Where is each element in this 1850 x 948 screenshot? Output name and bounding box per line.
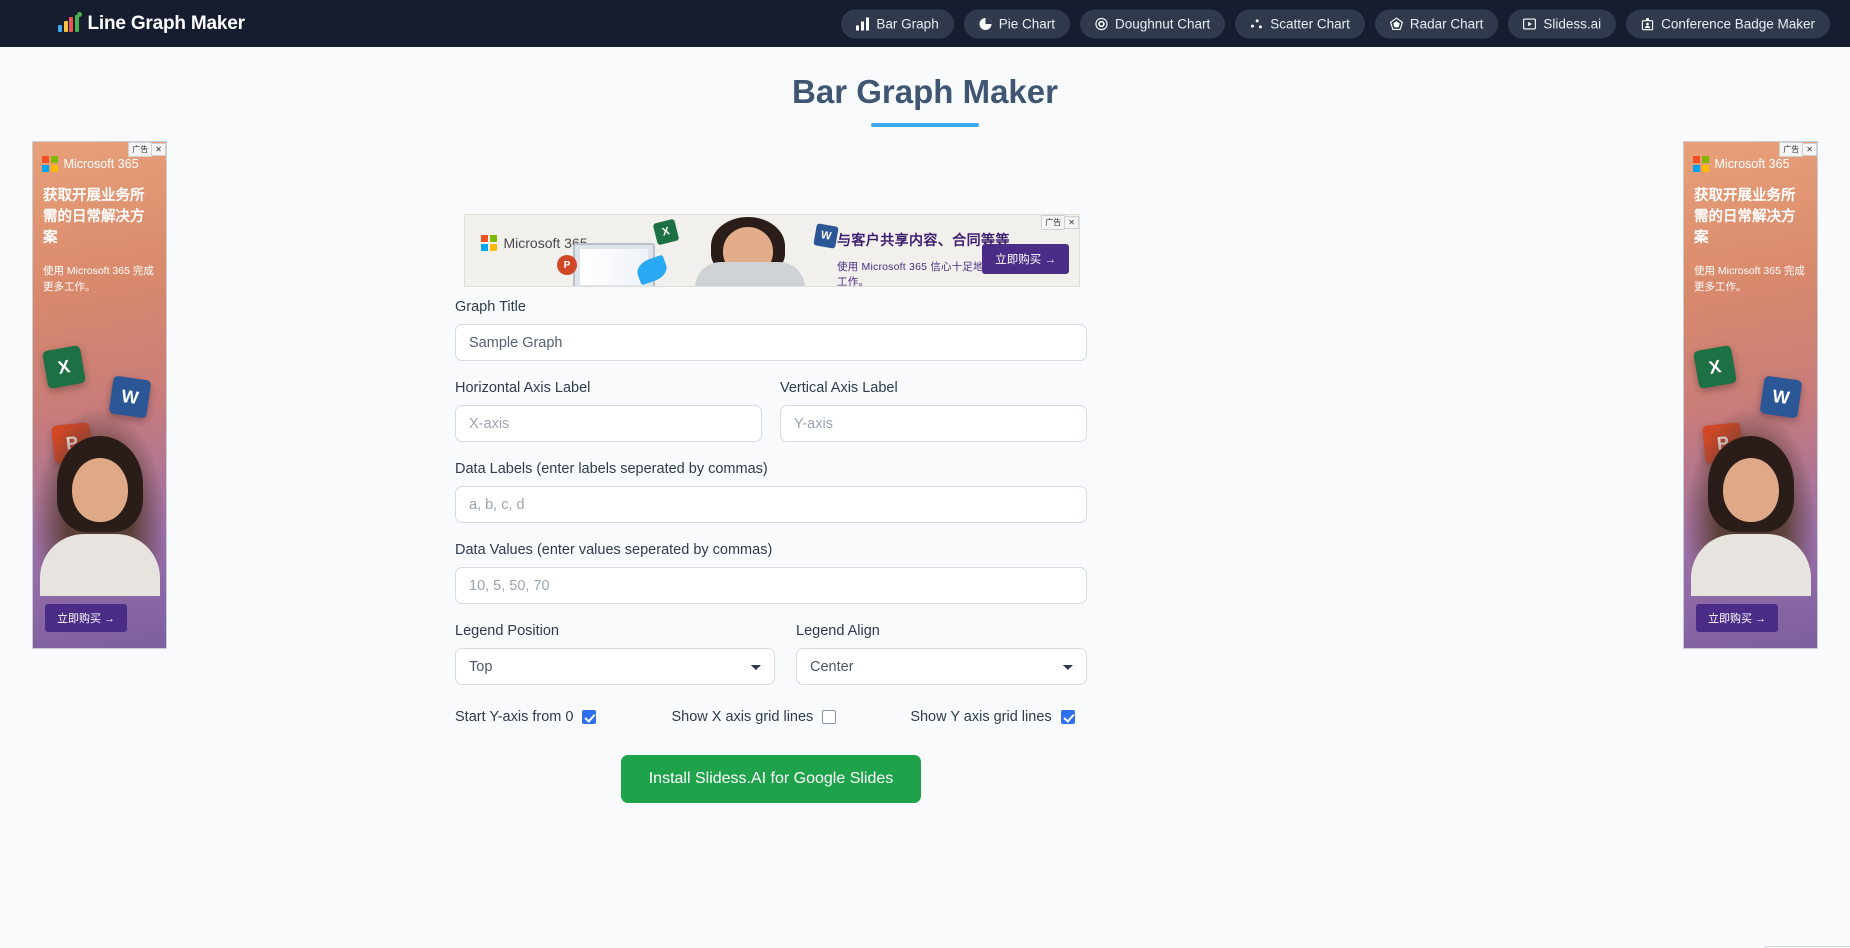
graph-settings-form: Graph Title Horizontal Axis Label Vertic… bbox=[455, 299, 1087, 803]
bar-chart-icon bbox=[58, 12, 82, 32]
ad-close-icon[interactable]: ✕ bbox=[1803, 143, 1817, 156]
show-x-grid-lines-label: Show X axis grid lines bbox=[671, 709, 814, 725]
legend-align-label: Legend Align bbox=[796, 623, 880, 639]
data-values-label: Data Values (enter values seperated by c… bbox=[455, 542, 773, 558]
ad-subtext: 使用 Microsoft 365 完成更多工作。 bbox=[1694, 264, 1805, 294]
nav-item-doughnut-chart[interactable]: Doughnut Chart bbox=[1079, 9, 1226, 38]
ad-headline: 获取开展业务所需的日常解决方案 bbox=[43, 187, 145, 246]
ad-subtext: 使用 Microsoft 365 完成更多工作。 bbox=[43, 264, 154, 294]
doughnut-chart-icon bbox=[1095, 17, 1108, 30]
microsoft-logo-icon bbox=[481, 235, 497, 251]
nav-item-label: Conference Badge Maker bbox=[1661, 16, 1815, 31]
page-title: Bar Graph Maker bbox=[792, 73, 1058, 110]
title-underline bbox=[871, 123, 979, 127]
microsoft-logo-icon bbox=[1693, 156, 1709, 172]
install-slidess-button[interactable]: Install Slidess.AI for Google Slides bbox=[620, 755, 922, 803]
ad-photo bbox=[33, 406, 166, 596]
ad-headline: 获取开展业务所需的日常解决方案 bbox=[1694, 187, 1796, 246]
brand-logo[interactable]: Line Graph Maker bbox=[58, 12, 245, 35]
ad-cta-button[interactable]: 立即购买 → bbox=[45, 604, 128, 632]
ad-badge-label: 广告 bbox=[128, 142, 153, 157]
radar-chart-icon bbox=[1389, 17, 1403, 30]
legend-position-label: Legend Position bbox=[455, 623, 559, 639]
nav-item-label: Slidess.ai bbox=[1543, 16, 1602, 31]
show-y-grid-lines-label: Show Y axis grid lines bbox=[910, 709, 1052, 725]
slide-icon bbox=[1523, 17, 1537, 30]
brand-label: Line Graph Maker bbox=[87, 12, 245, 34]
microsoft-logo-icon bbox=[42, 156, 58, 172]
ad-badge-label: 广告 bbox=[1779, 142, 1804, 157]
nav-item-label: Doughnut Chart bbox=[1114, 16, 1211, 31]
ad-brand-row: Microsoft 365 bbox=[481, 235, 588, 251]
left-sidebar-ad[interactable]: 广告 ✕ Microsoft 365 获取开展业务所需的日常解决方案 使用 Mi… bbox=[32, 141, 167, 649]
ad-photo bbox=[673, 215, 833, 286]
data-labels-field: Data Labels (enter labels seperated by c… bbox=[455, 461, 1087, 523]
data-labels-label: Data Labels (enter labels seperated by c… bbox=[455, 461, 768, 477]
axis-labels-row: Horizontal Axis Label Vertical Axis Labe… bbox=[455, 380, 1087, 442]
data-values-input[interactable] bbox=[455, 567, 1087, 604]
nav-item-label: Radar Chart bbox=[1409, 16, 1484, 31]
ad-photo bbox=[1684, 406, 1817, 596]
nav-item-slidess-ai[interactable]: Slidess.ai bbox=[1508, 9, 1617, 38]
horizontal-axis-label: Horizontal Axis Label bbox=[455, 380, 591, 396]
bar-chart-icon bbox=[856, 17, 870, 30]
ad-brand-row: Microsoft 365 bbox=[42, 156, 166, 172]
ad-badge-label: 广告 bbox=[1041, 215, 1066, 230]
legend-settings-row: Legend Position TopBottomLeftRight Legen… bbox=[455, 623, 1087, 685]
horizontal-axis-input[interactable] bbox=[455, 405, 762, 442]
ad-badge: 广告 ✕ bbox=[1041, 215, 1079, 230]
start-y-axis-from-zero-option[interactable]: Start Y-axis from 0 bbox=[455, 709, 597, 725]
legend-align-select[interactable]: CenterStartEnd bbox=[796, 648, 1087, 685]
legend-align-field: Legend Align CenterStartEnd bbox=[796, 623, 1087, 685]
legend-position-field: Legend Position TopBottomLeftRight bbox=[455, 623, 775, 685]
right-sidebar-ad[interactable]: 广告 ✕ Microsoft 365 获取开展业务所需的日常解决方案 使用 Mi… bbox=[1683, 141, 1818, 649]
ad-close-icon[interactable]: ✕ bbox=[1065, 216, 1079, 229]
ad-close-icon[interactable]: ✕ bbox=[152, 143, 166, 156]
vertical-axis-label: Vertical Axis Label bbox=[780, 380, 898, 396]
nav-item-scatter-chart[interactable]: Scatter Chart bbox=[1235, 9, 1365, 38]
ad-cta-button[interactable]: 立即购买 → bbox=[982, 244, 1069, 274]
start-y-axis-from-zero-checkbox[interactable] bbox=[582, 710, 597, 724]
graph-title-input[interactable] bbox=[455, 324, 1087, 361]
top-navigation-bar: Line Graph Maker Bar Graph Pie Chart Dou… bbox=[0, 0, 1850, 47]
nav-item-label: Pie Chart bbox=[998, 16, 1055, 31]
nav-item-pie-chart[interactable]: Pie Chart bbox=[963, 9, 1070, 38]
nav-item-label: Scatter Chart bbox=[1270, 16, 1350, 31]
show-x-grid-lines-checkbox[interactable] bbox=[822, 710, 837, 724]
powerpoint-icon: P bbox=[557, 255, 577, 275]
nav-item-radar-chart[interactable]: Radar Chart bbox=[1374, 9, 1499, 38]
page-body: Bar Graph Maker 广告 ✕ Microsoft 365 获取开展业… bbox=[0, 73, 1850, 948]
ad-brand-row: Microsoft 365 bbox=[1693, 156, 1817, 172]
excel-icon: X bbox=[1692, 344, 1738, 390]
data-values-field: Data Values (enter values seperated by c… bbox=[455, 542, 1087, 604]
start-y-axis-from-zero-label: Start Y-axis from 0 bbox=[455, 709, 574, 725]
excel-icon: X bbox=[41, 344, 87, 390]
nav-item-bar-graph[interactable]: Bar Graph bbox=[841, 9, 954, 38]
ad-cta-button[interactable]: 立即购买 → bbox=[1696, 604, 1779, 632]
nav-item-label: Bar Graph bbox=[876, 16, 939, 31]
vertical-axis-input[interactable] bbox=[780, 405, 1087, 442]
nav-item-conference-badge-maker[interactable]: Conference Badge Maker bbox=[1626, 9, 1830, 38]
legend-position-select[interactable]: TopBottomLeftRight bbox=[455, 648, 775, 685]
top-banner-ad[interactable]: 广告 ✕ Microsoft 365 X W P 与客户共享内容、合同等等 使用… bbox=[464, 214, 1080, 287]
vertical-axis-field: Vertical Axis Label bbox=[780, 380, 1087, 442]
ad-brand-label: Microsoft 365 bbox=[1714, 156, 1790, 171]
scatter-chart-icon bbox=[1250, 17, 1263, 30]
graph-title-label: Graph Title bbox=[455, 299, 526, 315]
ad-brand-label: Microsoft 365 bbox=[63, 156, 139, 171]
pie-chart-icon bbox=[979, 17, 992, 30]
ad-badge: 广告 ✕ bbox=[128, 142, 166, 157]
horizontal-axis-field: Horizontal Axis Label bbox=[455, 380, 762, 442]
checkbox-options-row: Start Y-axis from 0 Show X axis grid lin… bbox=[455, 709, 1087, 725]
nav-pill-group: Bar Graph Pie Chart Doughnut Chart Scatt… bbox=[841, 9, 1830, 38]
show-y-grid-lines-checkbox[interactable] bbox=[1060, 710, 1075, 724]
show-x-grid-lines-option[interactable]: Show X axis grid lines bbox=[671, 709, 837, 725]
data-labels-input[interactable] bbox=[455, 486, 1087, 523]
show-y-grid-lines-option[interactable]: Show Y axis grid lines bbox=[910, 709, 1075, 725]
ad-badge: 广告 ✕ bbox=[1779, 142, 1817, 157]
badge-icon bbox=[1641, 17, 1654, 30]
